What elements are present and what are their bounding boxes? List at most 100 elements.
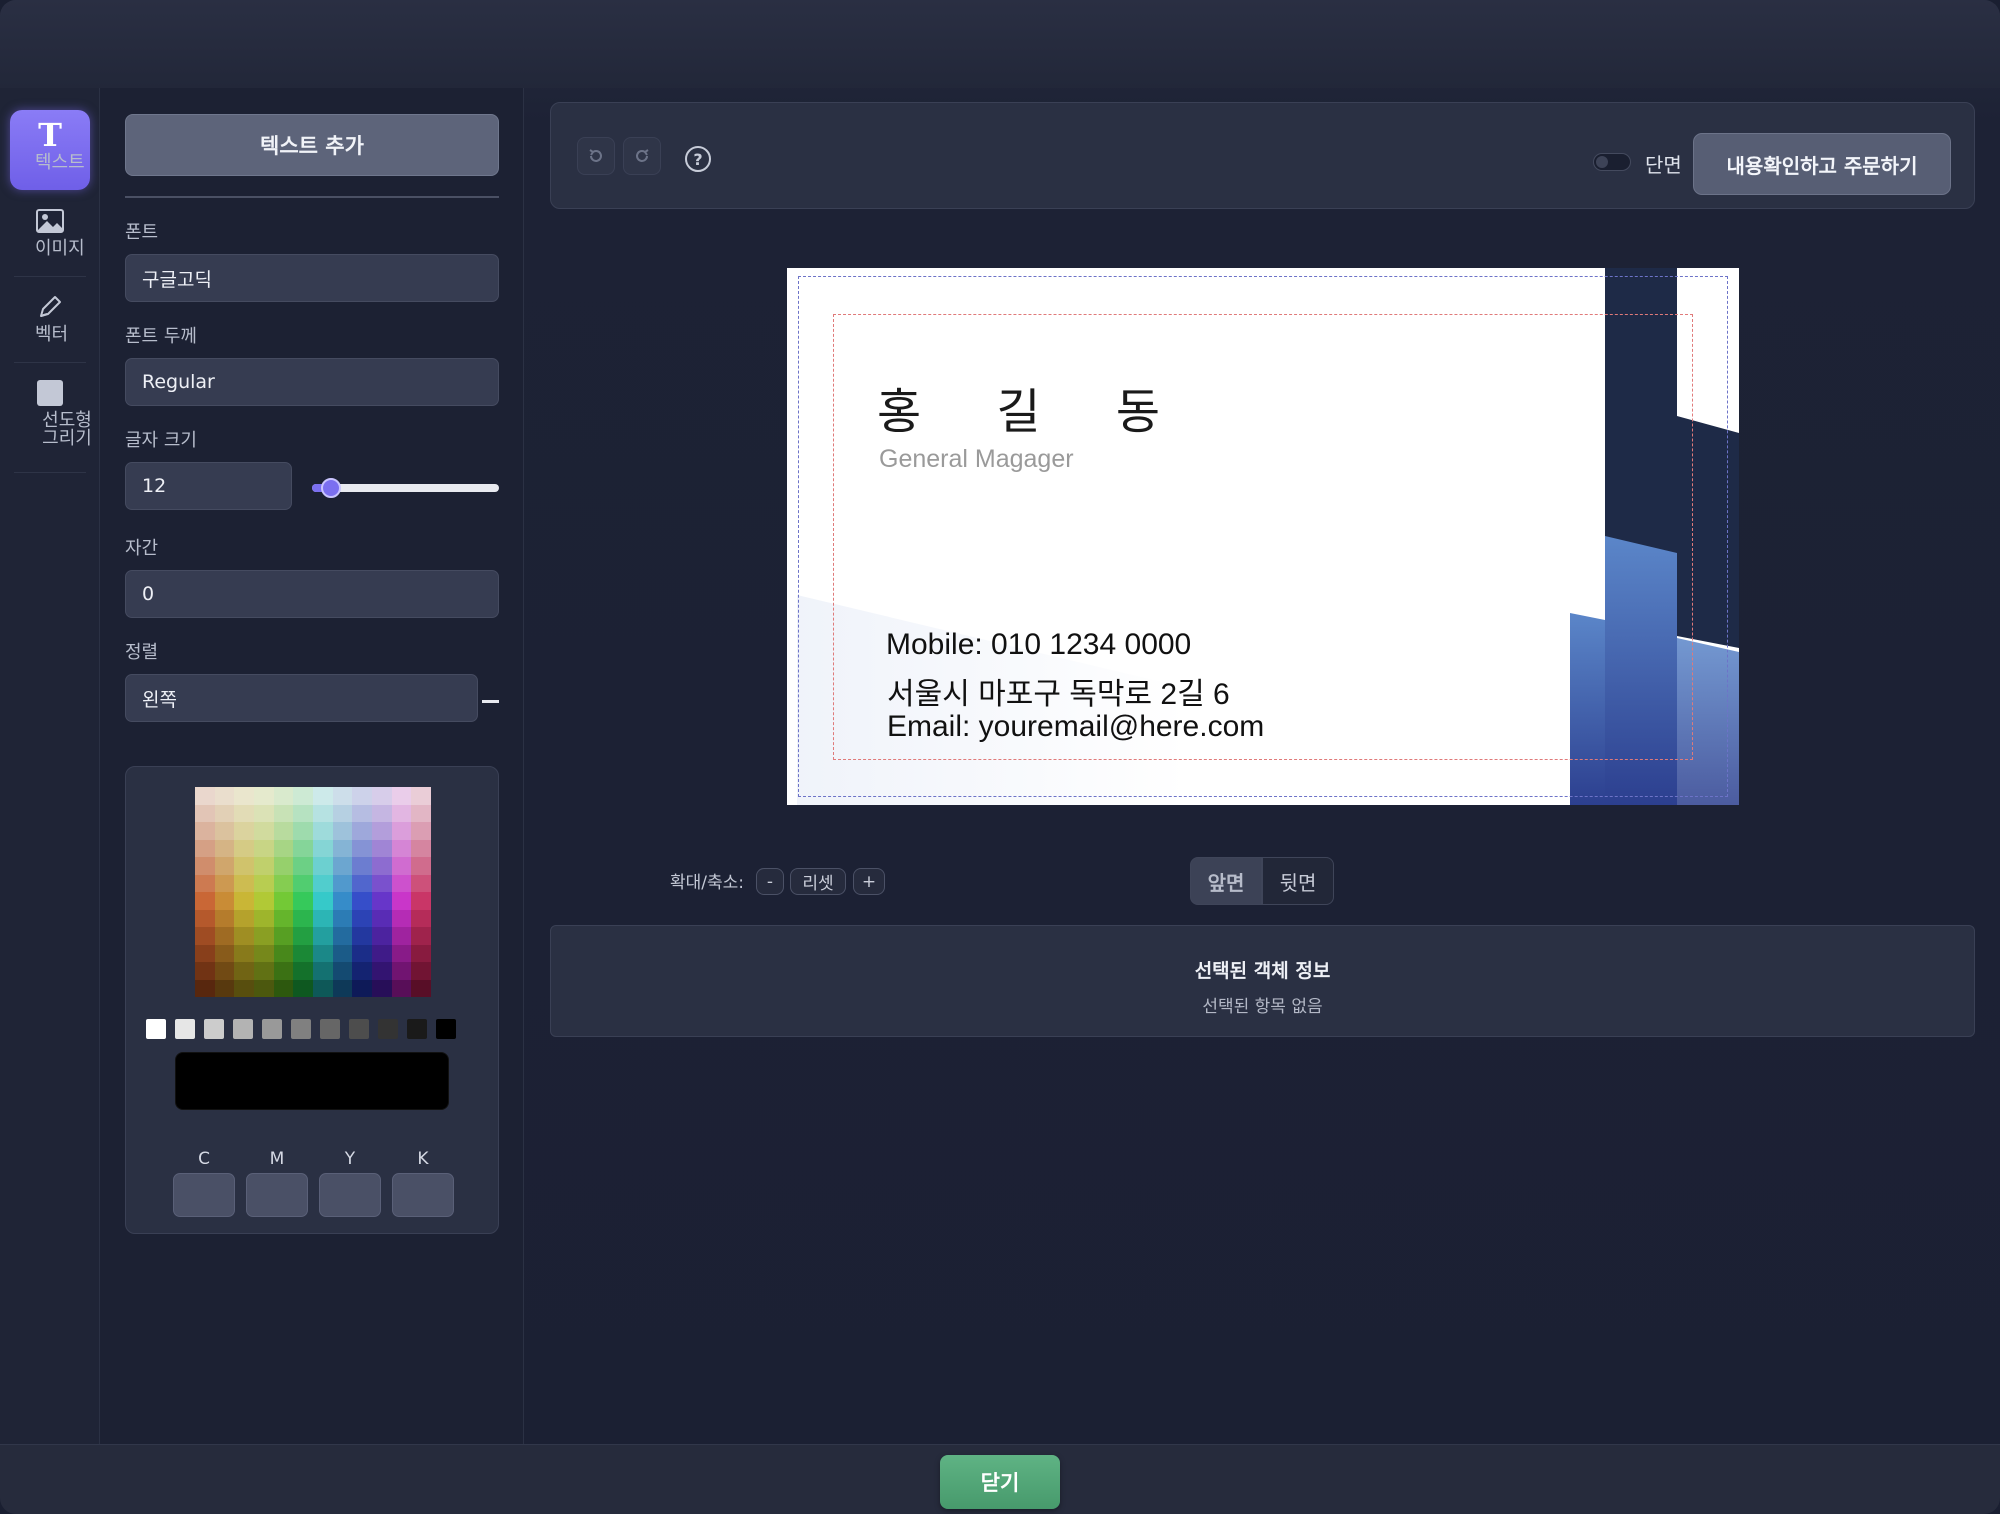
palette-swatch[interactable] xyxy=(234,787,254,805)
palette-swatch[interactable] xyxy=(253,927,274,945)
palette-swatch[interactable] xyxy=(352,944,372,962)
palette-swatch[interactable] xyxy=(371,874,392,892)
palette-swatch[interactable] xyxy=(273,787,294,805)
palette-swatch[interactable] xyxy=(352,927,372,945)
palette-swatch[interactable] xyxy=(352,909,372,927)
palette-swatch[interactable] xyxy=(293,962,313,980)
palette-swatch[interactable] xyxy=(253,857,274,875)
palette-swatch[interactable] xyxy=(195,909,215,927)
grey-swatch[interactable] xyxy=(146,1019,166,1039)
palette-swatch[interactable] xyxy=(391,927,412,945)
palette-swatch[interactable] xyxy=(371,892,392,910)
palette-swatch[interactable] xyxy=(391,892,412,910)
rail-item-vector[interactable]: 벡터 xyxy=(10,282,90,362)
palette-swatch[interactable] xyxy=(293,927,313,945)
card-title-text[interactable]: General Magager xyxy=(879,445,1074,474)
palette-swatch[interactable] xyxy=(312,892,333,910)
palette-swatch[interactable] xyxy=(234,962,254,980)
palette-swatch[interactable] xyxy=(293,857,313,875)
palette-swatch[interactable] xyxy=(332,804,353,822)
palette-swatch[interactable] xyxy=(332,857,353,875)
palette-swatch[interactable] xyxy=(371,962,392,980)
rail-item-image[interactable]: 이미지 xyxy=(10,196,90,276)
business-card-canvas[interactable]: 홍 길 동 General Magager Mobile: 010 1234 0… xyxy=(787,268,1739,805)
card-address-text[interactable]: 서울시 마포구 독막로 2길 6 xyxy=(887,669,1230,713)
palette-swatch[interactable] xyxy=(195,927,215,945)
palette-swatch[interactable] xyxy=(352,787,372,805)
palette-swatch[interactable] xyxy=(293,874,313,892)
palette-swatch[interactable] xyxy=(195,979,215,997)
palette-swatch[interactable] xyxy=(234,874,254,892)
palette-swatch[interactable] xyxy=(214,944,235,962)
palette-swatch[interactable] xyxy=(312,857,333,875)
palette-swatch[interactable] xyxy=(352,804,372,822)
palette-swatch[interactable] xyxy=(214,892,235,910)
palette-swatch[interactable] xyxy=(391,787,412,805)
palette-swatch[interactable] xyxy=(195,822,215,840)
palette-swatch[interactable] xyxy=(391,944,412,962)
palette-swatch[interactable] xyxy=(391,962,412,980)
palette-swatch[interactable] xyxy=(195,787,215,805)
card-mobile-text[interactable]: Mobile: 010 1234 0000 xyxy=(886,628,1191,662)
palette-swatch[interactable] xyxy=(273,979,294,997)
palette-swatch[interactable] xyxy=(273,962,294,980)
palette-swatch[interactable] xyxy=(195,892,215,910)
palette-swatch[interactable] xyxy=(391,979,412,997)
palette-swatch[interactable] xyxy=(312,944,333,962)
palette-swatch[interactable] xyxy=(312,874,333,892)
palette-swatch[interactable] xyxy=(312,909,333,927)
palette-swatch[interactable] xyxy=(411,787,431,805)
palette-swatch[interactable] xyxy=(293,839,313,857)
palette-swatch[interactable] xyxy=(312,962,333,980)
palette-swatch[interactable] xyxy=(214,962,235,980)
palette-swatch[interactable] xyxy=(273,822,294,840)
palette-swatch[interactable] xyxy=(234,839,254,857)
palette-swatch[interactable] xyxy=(234,909,254,927)
redo-button[interactable] xyxy=(623,137,661,175)
palette-swatch[interactable] xyxy=(312,927,333,945)
palette-swatch[interactable] xyxy=(293,979,313,997)
palette-swatch[interactable] xyxy=(411,822,431,840)
palette-swatch[interactable] xyxy=(391,909,412,927)
palette-swatch[interactable] xyxy=(352,962,372,980)
font-size-slider-knob[interactable] xyxy=(320,478,341,498)
palette-swatch[interactable] xyxy=(332,892,353,910)
palette-swatch[interactable] xyxy=(411,962,431,980)
palette-swatch[interactable] xyxy=(312,822,333,840)
grey-swatch[interactable] xyxy=(233,1019,253,1039)
palette-swatch[interactable] xyxy=(371,787,392,805)
palette-swatch[interactable] xyxy=(371,927,392,945)
palette-swatch[interactable] xyxy=(214,979,235,997)
palette-swatch[interactable] xyxy=(371,839,392,857)
palette-swatch[interactable] xyxy=(253,804,274,822)
palette-swatch[interactable] xyxy=(253,944,274,962)
add-text-button[interactable]: 텍스트 추가 xyxy=(125,114,499,176)
zoom-out-button[interactable]: - xyxy=(756,868,784,895)
palette-swatch[interactable] xyxy=(293,944,313,962)
palette-swatch[interactable] xyxy=(234,927,254,945)
font-select[interactable]: 구글고딕 xyxy=(125,254,499,302)
palette-swatch[interactable] xyxy=(411,857,431,875)
palette-swatch[interactable] xyxy=(352,979,372,997)
palette-swatch[interactable] xyxy=(293,787,313,805)
palette-swatch[interactable] xyxy=(411,892,431,910)
grey-swatch[interactable] xyxy=(349,1019,369,1039)
palette-swatch[interactable] xyxy=(253,822,274,840)
order-button[interactable]: 내용확인하고 주문하기 xyxy=(1693,133,1951,195)
grey-swatch[interactable] xyxy=(291,1019,311,1039)
palette-swatch[interactable] xyxy=(273,839,294,857)
palette-swatch[interactable] xyxy=(214,857,235,875)
palette-swatch[interactable] xyxy=(214,787,235,805)
palette-swatch[interactable] xyxy=(332,927,353,945)
palette-swatch[interactable] xyxy=(352,839,372,857)
tab-back[interactable]: 뒷면 xyxy=(1262,857,1334,905)
palette-swatch[interactable] xyxy=(234,822,254,840)
close-button[interactable]: 닫기 xyxy=(940,1455,1060,1509)
palette-swatch[interactable] xyxy=(214,839,235,857)
palette-swatch[interactable] xyxy=(391,822,412,840)
palette-swatch[interactable] xyxy=(214,909,235,927)
grey-swatch[interactable] xyxy=(204,1019,224,1039)
palette-swatch[interactable] xyxy=(332,944,353,962)
palette-swatch[interactable] xyxy=(371,804,392,822)
card-name-text[interactable]: 홍 길 동 xyxy=(877,372,1190,442)
